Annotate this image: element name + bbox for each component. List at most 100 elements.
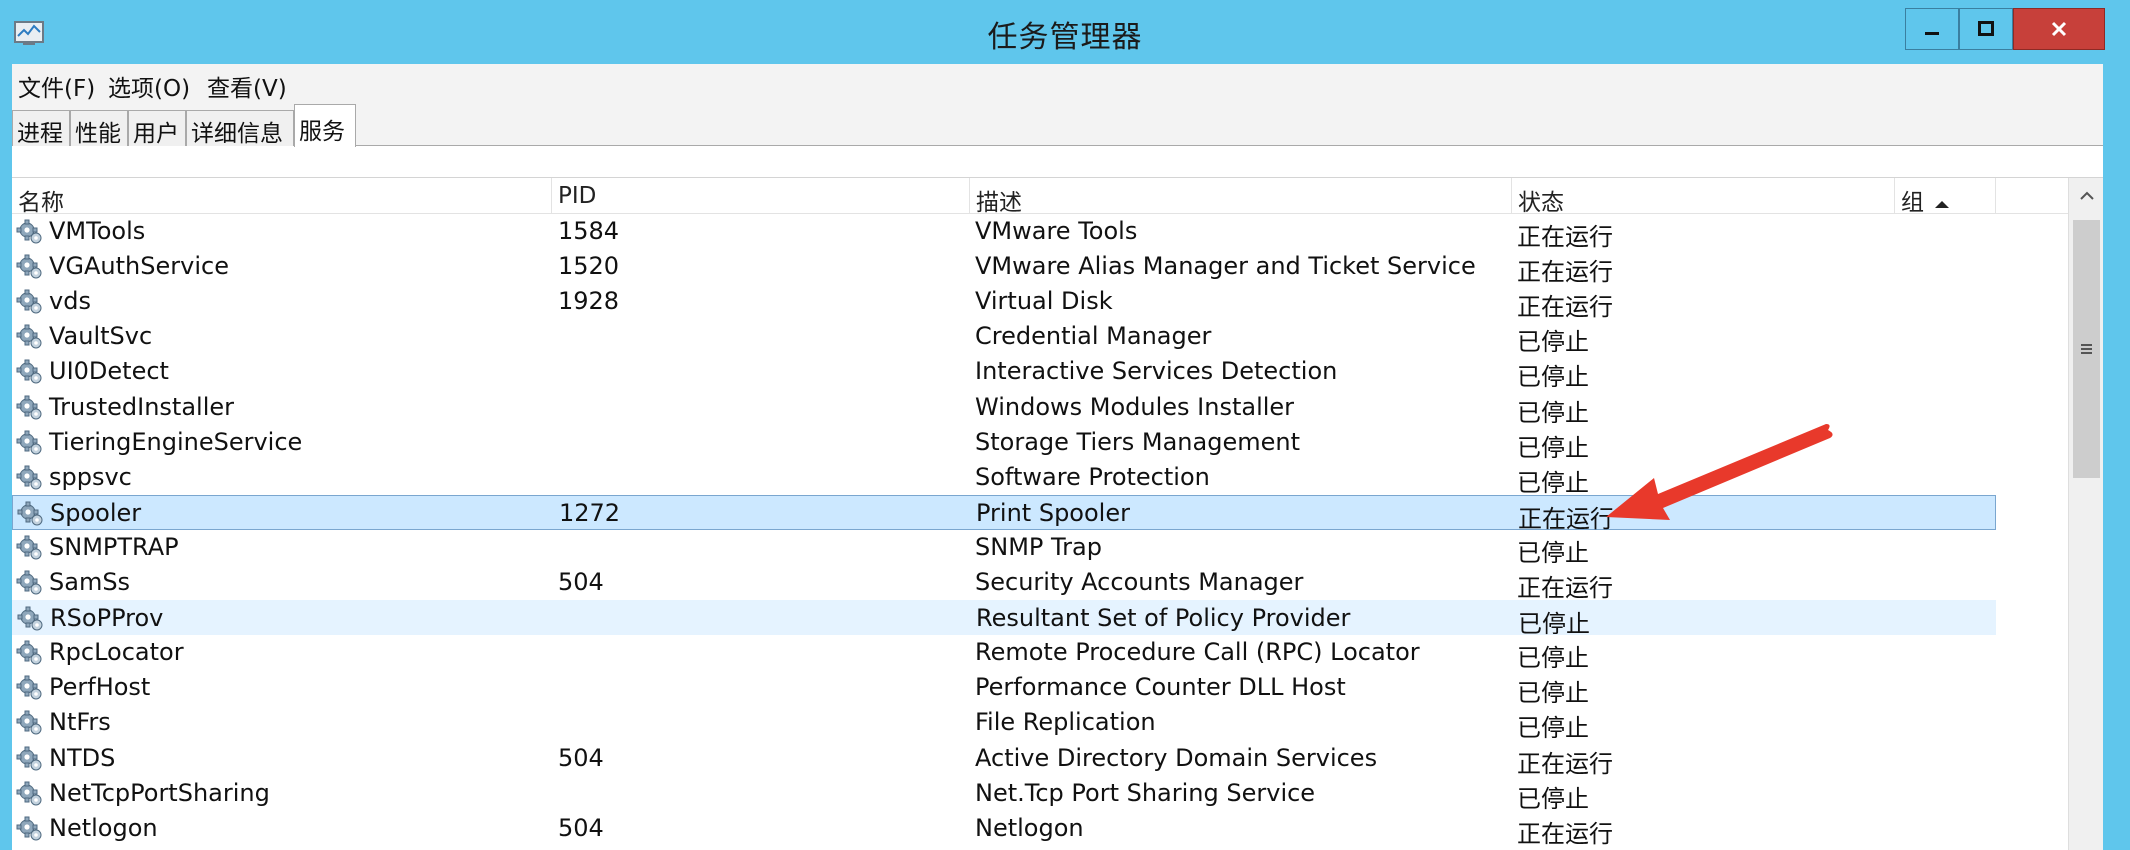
table-row[interactable]: VGAuthService 1520 VMware Alias Manager an…: [12, 249, 1996, 286]
service-description: Interactive Services Detection: [975, 357, 1338, 386]
gear-service-icon: [16, 675, 42, 700]
column-header-description[interactable]: 描述: [970, 178, 1512, 216]
service-description: Windows Modules Installer: [975, 392, 1295, 421]
table-row[interactable]: vds 1928 Virtual Disk 正在运行: [12, 284, 1996, 322]
service-name: TieringEngineService: [49, 427, 303, 456]
table-row[interactable]: NetTcpPortSharing Net.Tcp Port Sharing Se…: [12, 776, 1996, 813]
toolbar-spacer: [12, 146, 2103, 178]
vertical-scrollbar[interactable]: [2068, 178, 2103, 850]
minimize-button[interactable]: [1905, 8, 1959, 50]
menu-view[interactable]: 查看(V): [207, 69, 287, 103]
table-row[interactable]: UI0Detect Interactive Services Detection 已…: [12, 354, 1996, 392]
service-status: 已停止: [1517, 328, 1589, 357]
gear-service-icon: [16, 781, 42, 806]
service-description: VMware Alias Manager and Ticket Service: [975, 252, 1476, 281]
service-status: 正在运行: [1517, 293, 1613, 322]
service-status: 已停止: [1517, 538, 1589, 567]
column-header-description-label: 描述: [976, 190, 1022, 216]
table-row[interactable]: VaultSvc Credential Manager 已停止: [12, 319, 1996, 357]
service-description: Netlogon: [975, 813, 1084, 842]
service-name: VMTools: [49, 217, 146, 245]
table-row[interactable]: Netlogon 504 Netlogon 正在运行: [12, 811, 1996, 848]
table-row[interactable]: SNMPTRAP SNMP Trap 已停止: [12, 530, 1996, 567]
close-button[interactable]: [2013, 8, 2105, 50]
service-status: 已停止: [1517, 433, 1589, 462]
table-row[interactable]: VMTools 1584 VMware Tools 正在运行: [12, 214, 1996, 251]
column-header-status[interactable]: 状态: [1512, 178, 1895, 216]
menu-file[interactable]: 文件(F): [18, 69, 95, 103]
service-pid: 1520: [558, 252, 620, 281]
service-name: SamSs: [49, 568, 131, 596]
service-status: 已停止: [1517, 363, 1589, 392]
service-status: 正在运行: [1517, 574, 1613, 602]
menu-options[interactable]: 选项(O): [108, 69, 190, 103]
service-description: Print Spooler: [976, 498, 1130, 527]
gear-service-icon: [16, 219, 42, 244]
service-status: 已停止: [1517, 714, 1589, 743]
service-name: NetTcpPortSharing: [49, 778, 270, 807]
tab-processes[interactable]: 进程: [12, 110, 70, 147]
title-bar[interactable]: 任务管理器: [0, 0, 2130, 68]
column-header-pid[interactable]: PID: [552, 178, 970, 214]
service-description: Active Directory Domain Services: [975, 743, 1378, 772]
window-title: 任务管理器: [987, 20, 1143, 55]
service-name: UI0Detect: [49, 357, 169, 386]
tab-bar: 进程 性能 用户 详细信息 服务: [12, 102, 2103, 147]
service-status: 已停止: [1517, 679, 1589, 708]
service-name: VaultSvc: [49, 322, 153, 351]
service-status: 正在运行: [1517, 819, 1613, 848]
service-description: Net.Tcp Port Sharing Service: [975, 778, 1316, 807]
service-pid: 1584: [558, 217, 620, 245]
close-icon: [2051, 21, 2067, 37]
gear-service-icon: [16, 640, 42, 665]
tab-users[interactable]: 用户: [128, 110, 186, 147]
gear-service-icon: [16, 816, 42, 841]
service-pid: 504: [558, 743, 604, 772]
service-name: Spooler: [50, 498, 142, 527]
service-name: SNMPTRAP: [49, 532, 179, 561]
service-pid: 1928: [558, 287, 620, 316]
column-header-status-label: 状态: [1518, 190, 1564, 216]
service-description: Software Protection: [975, 462, 1210, 491]
column-header-name[interactable]: 名称: [12, 178, 552, 216]
tab-details[interactable]: 详细信息: [186, 110, 294, 147]
gear-service-icon: [17, 501, 43, 526]
service-name: NtFrs: [49, 708, 111, 737]
gear-service-icon: [17, 606, 43, 631]
gear-service-icon: [16, 465, 42, 490]
service-name: vds: [49, 287, 91, 316]
table-row[interactable]: SamSs 504 Security Accounts Manager 正在运行: [12, 565, 1996, 602]
service-pid: 504: [558, 568, 604, 596]
service-description: File Replication: [975, 708, 1156, 737]
column-header-group[interactable]: 组: [1895, 178, 1996, 216]
service-name: Netlogon: [49, 813, 158, 842]
table-row[interactable]: PerfHost Performance Counter DLL Host 已停止: [12, 670, 1996, 708]
scroll-up-button[interactable]: [2069, 178, 2104, 214]
service-status: 已停止: [1518, 610, 1590, 639]
tab-services[interactable]: 服务: [294, 104, 356, 147]
service-description: Performance Counter DLL Host: [975, 673, 1346, 702]
chevron-up-icon: [2079, 191, 2094, 200]
service-pid: 504: [558, 813, 604, 842]
table-row[interactable]: RSoPProv Resultant Set of Policy Provider…: [12, 600, 1996, 638]
service-description: Security Accounts Manager: [975, 568, 1304, 596]
table-row[interactable]: NTDS 504 Active Directory Domain Services 正…: [12, 741, 1996, 778]
scroll-thumb[interactable]: [2073, 220, 2100, 478]
table-row[interactable]: NtFrs File Replication 已停止: [12, 705, 1996, 743]
maximize-icon: [1978, 21, 1994, 36]
column-header-pid-label: PID: [558, 183, 597, 209]
gear-service-icon: [16, 254, 42, 279]
service-description: VMware Tools: [975, 217, 1138, 245]
table-row[interactable]: RpcLocator Remote Procedure Call (RPC) Lo…: [12, 635, 1996, 672]
column-header-filler: [1996, 178, 2068, 214]
gear-service-icon: [16, 535, 42, 560]
tab-performance[interactable]: 性能: [70, 110, 128, 147]
maximize-button[interactable]: [1959, 8, 2013, 50]
service-status: 已停止: [1517, 468, 1589, 497]
service-description: SNMP Trap: [975, 532, 1102, 561]
gear-service-icon: [16, 710, 42, 735]
table-header: 名称 PID 描述 状态 组: [12, 178, 2068, 216]
service-name: NTDS: [49, 743, 116, 772]
service-pid: 1272: [559, 498, 621, 527]
minimize-icon: [1925, 32, 1939, 35]
